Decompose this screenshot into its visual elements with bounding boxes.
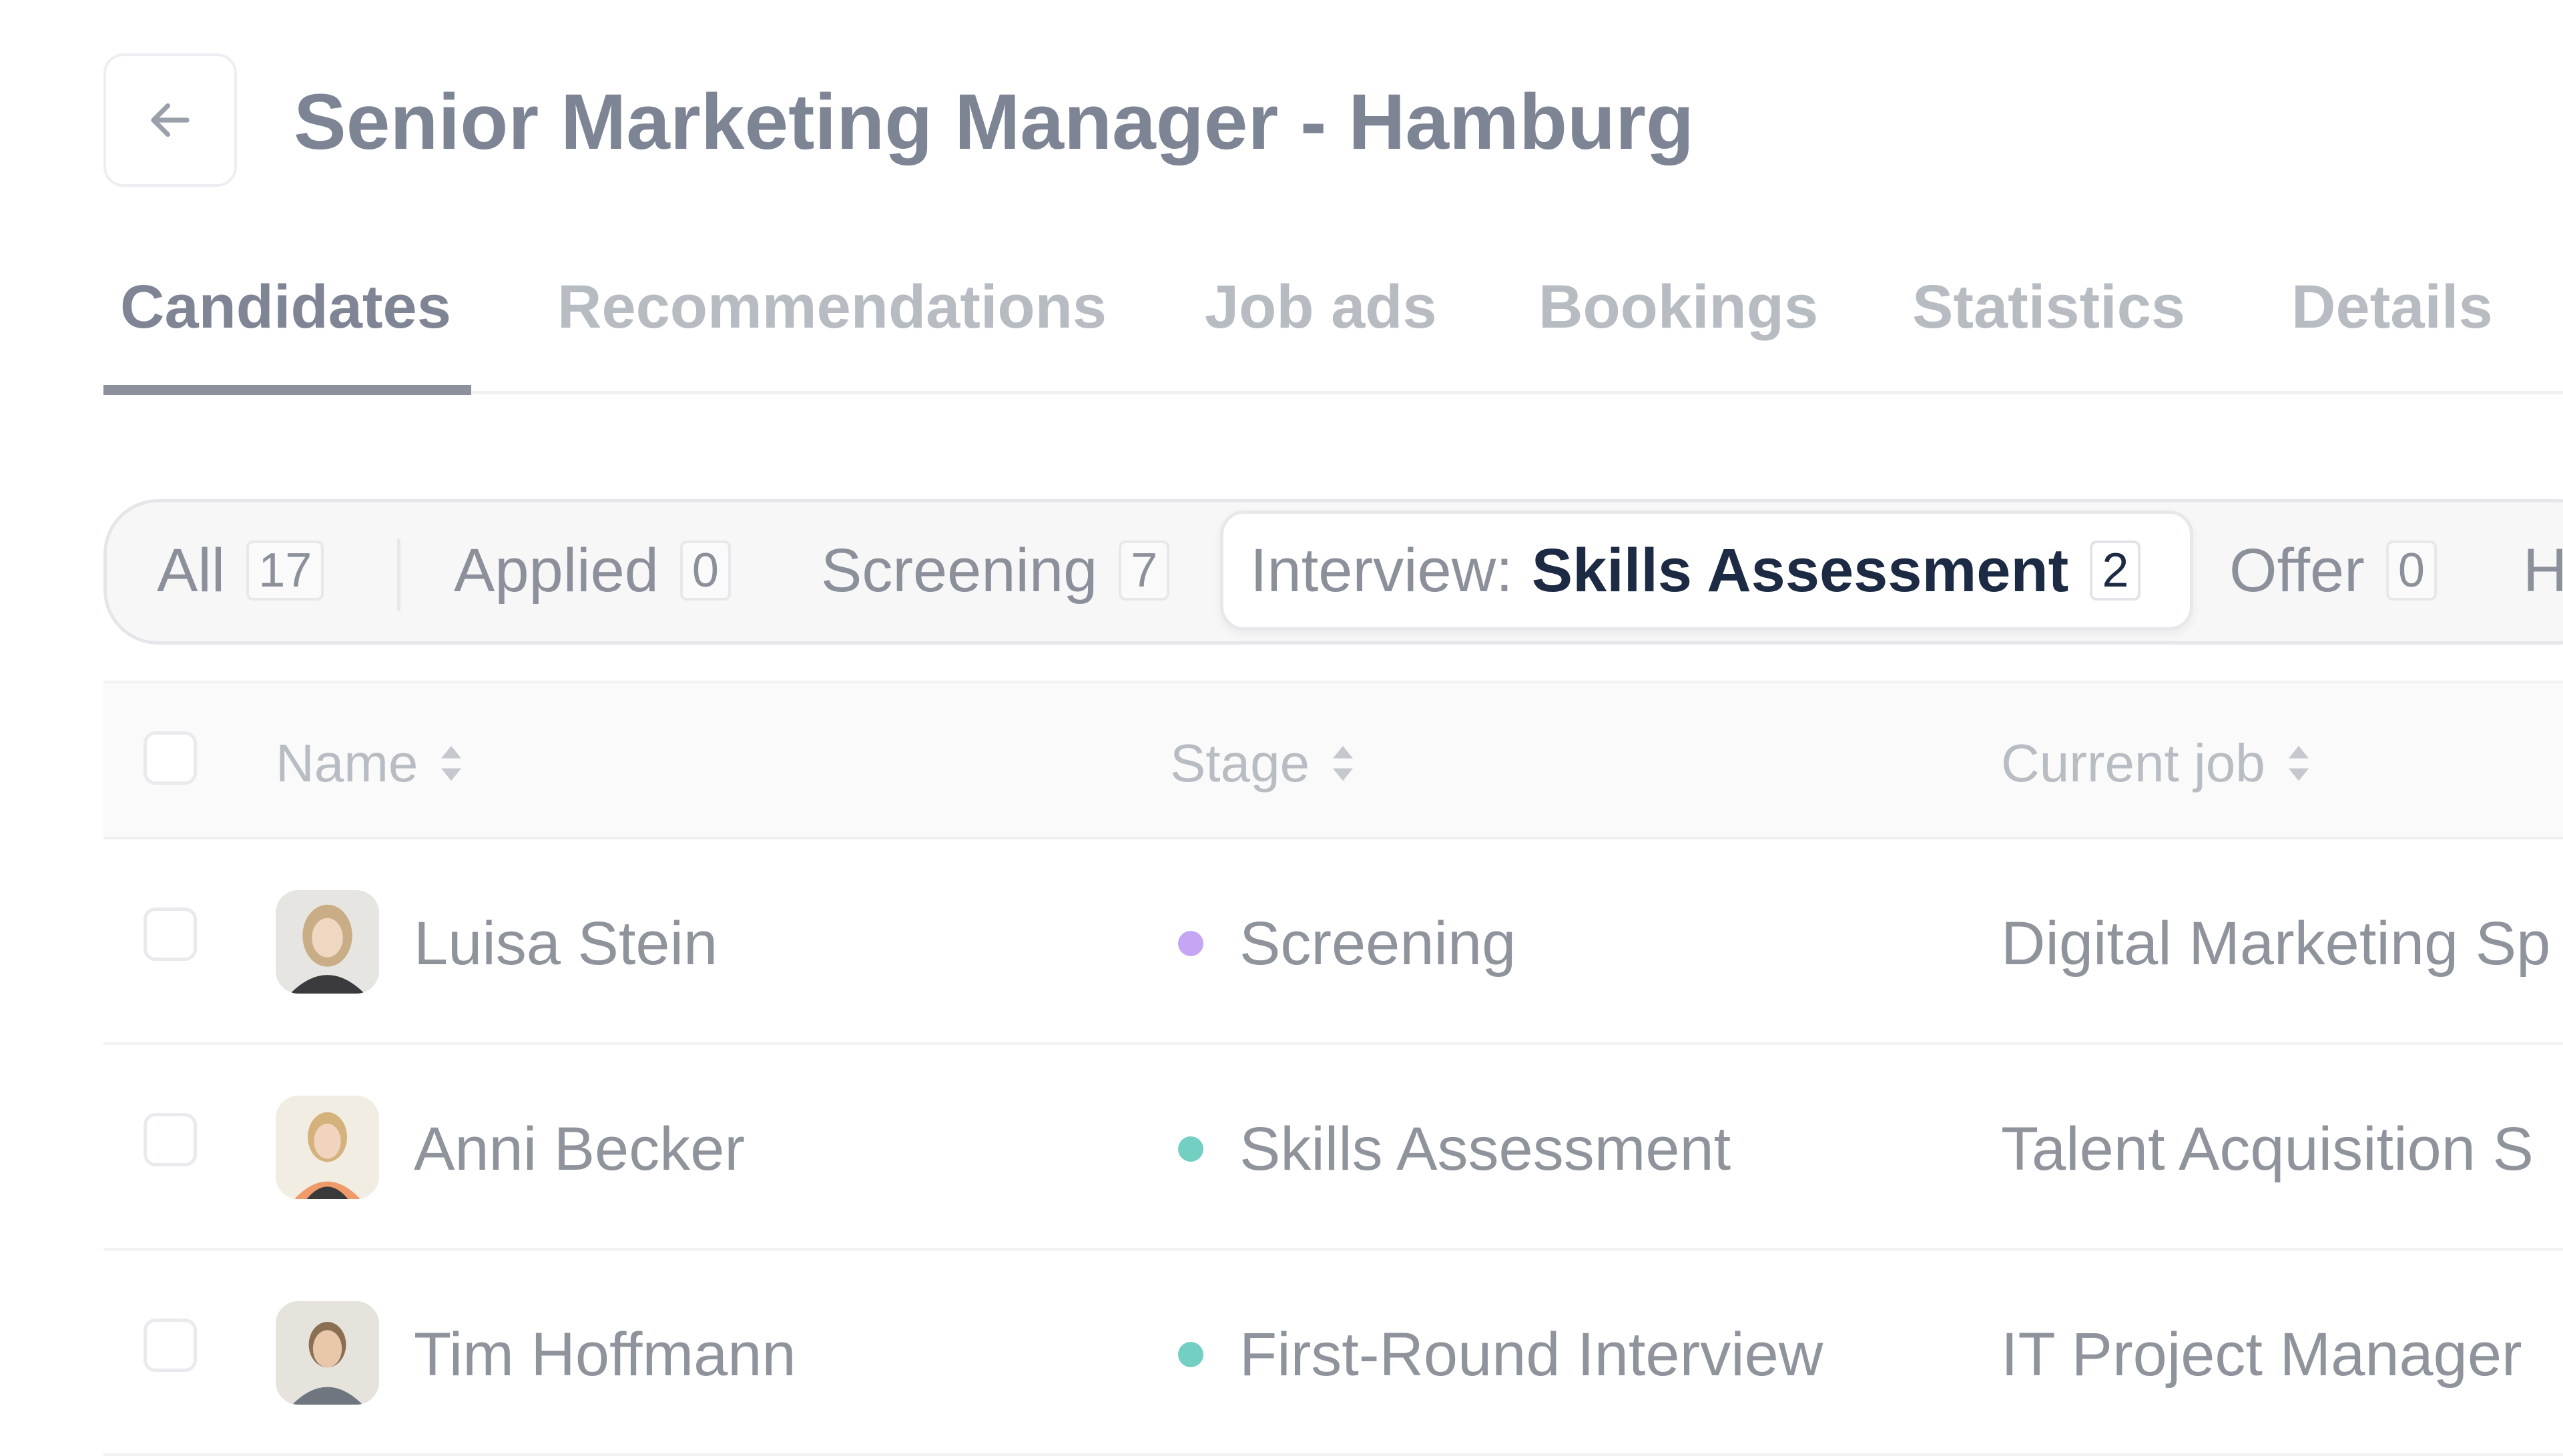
column-label: Name — [276, 733, 418, 793]
filter-label: Offer — [2229, 536, 2365, 605]
column-label: Stage — [1170, 733, 1310, 793]
candidate-stage: Skills Assessment — [1239, 1115, 1731, 1183]
column-label: Current job — [2001, 733, 2265, 793]
table-row[interactable]: Luisa Stein Screening Digital Marketing … — [103, 837, 2563, 1045]
candidate-stage: First-Round Interview — [1239, 1321, 1823, 1389]
column-name[interactable]: Name — [276, 730, 465, 797]
candidate-name[interactable]: Tim Hoffmann — [414, 1315, 796, 1395]
avatar — [276, 1096, 379, 1199]
avatar — [276, 1301, 379, 1405]
filter-applied[interactable]: Applied 0 — [454, 510, 731, 631]
filter-interview-skills-assessment[interactable]: Interview: Skills Assessment 2 — [1220, 510, 2193, 631]
filter-screening[interactable]: Screening 7 — [821, 510, 1170, 631]
avatar — [276, 890, 379, 994]
stage-dot — [1178, 1342, 1203, 1367]
filter-next-partial[interactable]: H — [2523, 510, 2563, 631]
table-row[interactable]: Tim Hoffmann First-Round Interview IT Pr… — [103, 1248, 2563, 1456]
stage-dot — [1178, 931, 1203, 956]
filter-count: 2 — [2090, 540, 2141, 601]
active-tab-indicator — [103, 385, 471, 395]
filter-all[interactable]: All 17 — [157, 510, 324, 631]
candidate-current-job: Digital Marketing Sp — [2001, 909, 2551, 978]
filter-label: Skills Assessment — [1531, 536, 2069, 605]
stage-dot — [1178, 1136, 1203, 1162]
row-checkbox[interactable] — [144, 1113, 197, 1166]
candidate-name[interactable]: Anni Becker — [414, 1109, 745, 1189]
filter-separator — [397, 539, 400, 611]
candidate-current-job: IT Project Manager — [2001, 1321, 2522, 1389]
column-stage[interactable]: Stage — [1170, 730, 1356, 797]
sort-icon — [441, 745, 462, 781]
filter-label: Screening — [821, 536, 1098, 605]
tab-bar: Candidates Recommendations Job ads Booki… — [103, 264, 2563, 396]
table-header: Name Stage Current job — [103, 681, 2563, 839]
tab-bookings[interactable]: Bookings — [1538, 264, 1818, 350]
row-checkbox[interactable] — [144, 1319, 197, 1372]
table-row[interactable]: Anni Becker Skills Assessment Talent Acq… — [103, 1042, 2563, 1250]
tab-statistics[interactable]: Statistics — [1912, 264, 2185, 350]
filter-prefix: Interview: — [1250, 536, 1513, 605]
tab-job-ads[interactable]: Job ads — [1205, 264, 1437, 350]
row-checkbox[interactable] — [144, 907, 197, 961]
filter-label: H — [2523, 536, 2563, 605]
sort-icon — [2288, 745, 2309, 781]
filter-count: 0 — [679, 540, 731, 601]
page-title: Senior Marketing Manager - Hamburg — [294, 78, 1695, 166]
filter-count: 17 — [246, 540, 324, 601]
filter-label: Applied — [454, 536, 659, 605]
filter-count: 0 — [2385, 540, 2437, 601]
sort-icon — [1333, 745, 1354, 781]
arrow-left-icon — [151, 103, 190, 137]
candidate-stage: Screening — [1239, 909, 1516, 978]
filter-label: All — [157, 536, 226, 605]
filter-count: 7 — [1119, 540, 1170, 601]
stage-filter-bar: All 17 Applied 0 Screening 7 Interview: … — [103, 499, 2563, 645]
tab-candidates[interactable]: Candidates — [120, 264, 451, 350]
column-current-job[interactable]: Current job — [2001, 730, 2312, 797]
filter-offer[interactable]: Offer 0 — [2229, 510, 2437, 631]
select-all-checkbox[interactable] — [144, 731, 197, 785]
tab-recommendations[interactable]: Recommendations — [557, 264, 1107, 350]
back-button[interactable] — [103, 53, 237, 187]
candidate-name[interactable]: Luisa Stein — [414, 903, 718, 984]
tab-details[interactable]: Details — [2291, 264, 2493, 350]
candidate-current-job: Talent Acquisition S — [2001, 1115, 2534, 1183]
